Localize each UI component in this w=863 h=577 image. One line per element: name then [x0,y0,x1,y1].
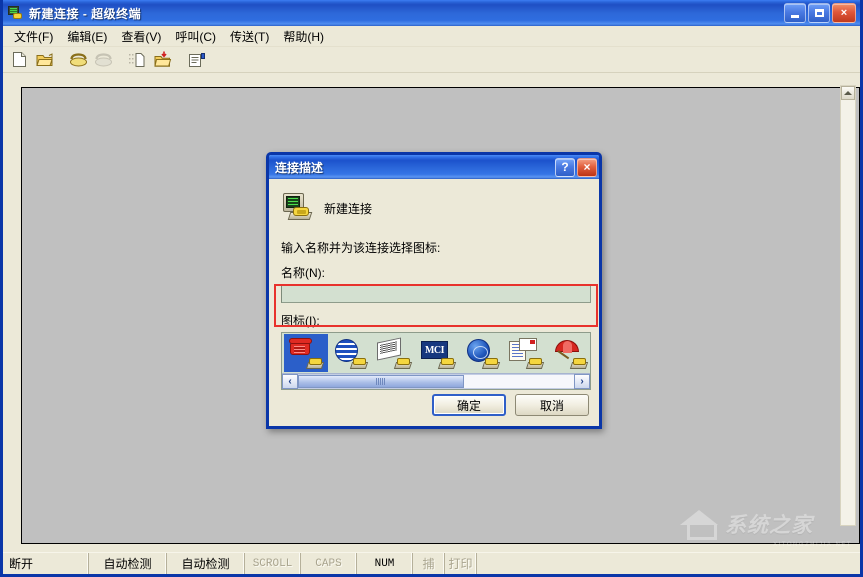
red-telephone-icon [289,338,325,369]
scrollbar-thumb[interactable] [298,375,464,388]
icon-item-documents-mail[interactable] [504,334,548,372]
icon-item-striped-globe[interactable] [328,334,372,372]
red-umbrella-icon [553,338,589,369]
dialog-title: 连接描述 [275,160,324,175]
icon-item-red-telephone[interactable] [284,334,328,372]
menu-item-call[interactable]: 呼叫(C) [168,26,223,47]
status-filler [477,553,860,574]
status-auto-detect-speed: 自动检测 [89,553,167,574]
icon-item-blue-globe[interactable] [460,334,504,372]
icon-item-red-umbrella[interactable] [548,334,590,372]
window-controls: × [784,3,858,23]
fax-papers-icon [377,337,413,369]
hyperterminal-window: 新建连接 - 超级终端 × 文件(F) 编辑(E) 查看(V) 呼叫(C) 传送… [0,0,863,577]
status-caps-indicator: CAPS [301,553,357,574]
status-connection: 断开 [3,553,89,574]
status-print-indicator: 打印 [445,553,477,574]
icon-list-row: MCI [282,333,590,373]
computer-modem-icon [281,192,315,224]
menu-item-file[interactable]: 文件(F) [7,26,60,47]
name-field-label: 名称(N): [281,266,325,280]
dialog-prompt: 输入名称并为该连接选择图标: [281,241,441,255]
window-title-bar: 新建连接 - 超级终端 × [3,0,860,26]
mci-logo-icon: MCI [421,338,457,369]
toolbar [3,47,860,73]
dialog-title-bar: 连接描述 ? × [269,155,599,179]
terminal-vertical-scrollbar[interactable] [840,85,856,526]
cancel-button[interactable]: 取消 [515,394,589,416]
name-field-group: 名称(N): [281,264,591,303]
minimize-button[interactable] [784,3,806,23]
dialog-header: 新建连接 [281,192,589,224]
dialog-close-button[interactable]: × [577,157,597,177]
maximize-button[interactable] [808,3,830,23]
menu-item-help[interactable]: 帮助(H) [276,26,331,47]
menu-item-transfer[interactable]: 传送(T) [223,26,276,47]
connection-description-dialog: 连接描述 ? × 新建连接 输入名称并为该连接选择图标: 名称(N): 图标(I… [266,152,602,429]
mci-logo-text: MCI [424,344,445,356]
menu-item-edit[interactable]: 编辑(E) [60,26,114,47]
status-bar: 断开 自动检测 自动检测 SCROLL CAPS NUM 捕 打印 [3,552,860,574]
call-icon[interactable] [67,49,90,71]
scrollbar-track[interactable] [298,374,574,389]
menu-bar: 文件(F) 编辑(E) 查看(V) 呼叫(C) 传送(T) 帮助(H) [3,26,860,47]
open-connection-icon[interactable] [33,49,56,71]
status-auto-detect-protocol: 自动检测 [167,553,245,574]
disconnect-icon [92,49,115,71]
status-capture-indicator: 捕 [413,553,445,574]
menu-item-view[interactable]: 查看(V) [114,26,168,47]
dialog-controls: ? × [555,157,597,177]
scroll-right-icon[interactable]: › [574,374,590,389]
ok-button[interactable]: 确定 [432,394,506,416]
help-button[interactable]: ? [555,157,575,177]
window-title: 新建连接 - 超级终端 [29,6,142,21]
striped-globe-icon [333,338,369,369]
receive-file-icon[interactable] [151,49,174,71]
documents-mail-icon [509,338,545,369]
status-scroll-indicator: SCROLL [245,553,301,574]
close-button[interactable]: × [832,3,856,23]
icon-list[interactable]: MCI ‹ › [281,332,591,390]
modem-connection-icon [7,4,25,22]
name-input[interactable] [281,284,591,303]
dialog-buttons: 确定 取消 [432,394,589,416]
status-num-indicator: NUM [357,553,413,574]
blue-globe-icon [465,338,501,369]
new-connection-icon[interactable] [8,49,31,71]
dialog-body: 新建连接 输入名称并为该连接选择图标: 名称(N): 图标(I): MCI ‹ … [269,179,599,426]
scroll-left-icon[interactable]: ‹ [282,374,298,389]
properties-icon[interactable] [185,49,208,71]
scroll-up-icon[interactable] [841,86,855,100]
icon-item-fax-papers[interactable] [372,334,416,372]
icon-item-mci[interactable]: MCI [416,334,460,372]
icon-field-label: 图标(I): [281,314,320,328]
send-file-icon[interactable] [126,49,149,71]
dialog-header-label: 新建连接 [324,201,373,216]
icon-list-horizontal-scrollbar[interactable]: ‹ › [282,373,590,389]
